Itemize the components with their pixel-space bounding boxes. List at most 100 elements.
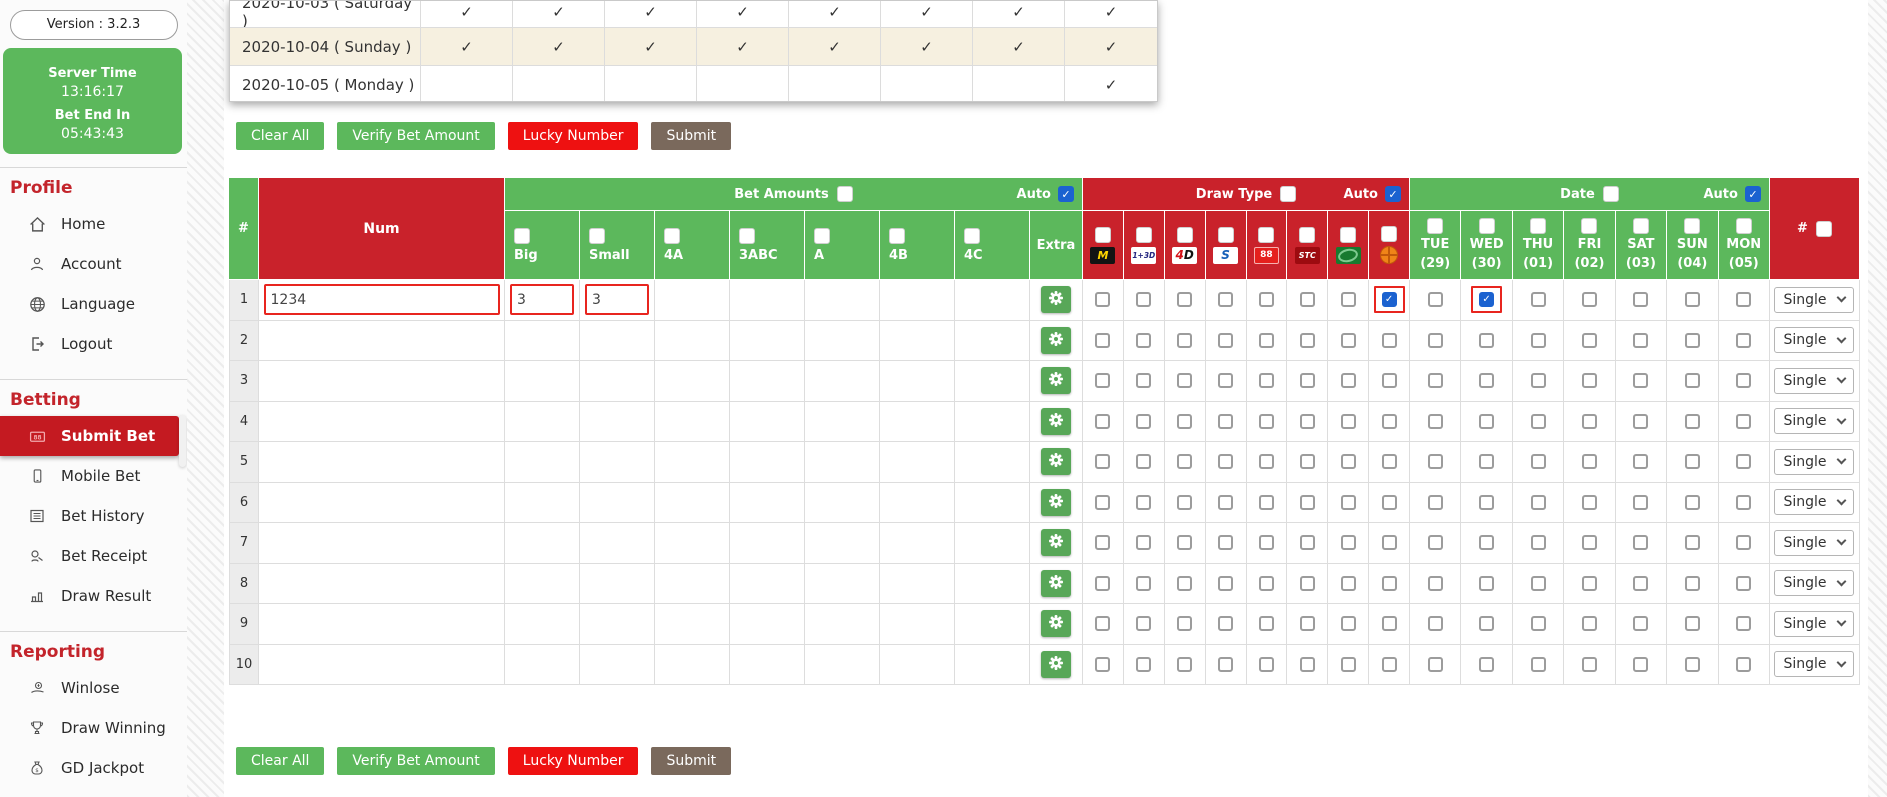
draw-type-checkbox-damacai-1plus3d[interactable]: [1136, 616, 1151, 631]
amount-input-3abc[interactable]: [735, 287, 799, 313]
amount-input-big[interactable]: [510, 530, 574, 556]
draw-type-checkbox-cashsweep[interactable]: [1341, 535, 1356, 550]
draw-type-checkbox-gd-lotto[interactable]: ✓: [1382, 292, 1397, 307]
draw-type-checkbox-damacai-1plus3d[interactable]: [1136, 292, 1151, 307]
date-checkbox-mon[interactable]: [1736, 292, 1751, 307]
amount-input-4a[interactable]: [660, 570, 724, 596]
date-checkbox-thu[interactable]: [1531, 616, 1546, 631]
date-checkbox-fri[interactable]: [1582, 576, 1597, 591]
date-checkbox-thu[interactable]: [1531, 535, 1546, 550]
amount-input-4a[interactable]: [660, 287, 724, 313]
draw-type-checkbox-sandakan-88[interactable]: [1259, 414, 1274, 429]
date-checkbox-tue[interactable]: [1428, 495, 1443, 510]
amount-input-small[interactable]: [585, 327, 649, 353]
date-checkbox-mon[interactable]: [1736, 495, 1751, 510]
num-input[interactable]: [264, 449, 500, 475]
draw-type-checkbox-sandakan-88[interactable]: [1259, 576, 1274, 591]
draw-type-checkbox-gd-lotto[interactable]: [1382, 576, 1397, 591]
draw-type-checkbox-stc[interactable]: [1300, 414, 1315, 429]
date-checkbox-wed[interactable]: [1479, 657, 1494, 672]
amount-input-small[interactable]: [585, 408, 649, 434]
amount-input-4c[interactable]: [960, 408, 1024, 434]
date-checkbox-tue[interactable]: [1428, 292, 1443, 307]
date-checkbox-thu[interactable]: [1531, 292, 1546, 307]
draw-type-checkbox-cashsweep[interactable]: [1341, 292, 1356, 307]
draw-type-checkbox-cashsweep[interactable]: [1341, 414, 1356, 429]
date-checkbox-mon[interactable]: [1736, 414, 1751, 429]
amount-input-3abc[interactable]: [735, 327, 799, 353]
col-checkbox-toto-4d[interactable]: [1177, 227, 1193, 243]
date-checkbox-fri[interactable]: [1582, 333, 1597, 348]
draw-type-checkbox-gd-lotto[interactable]: [1382, 373, 1397, 388]
clear-all-button[interactable]: Clear All: [236, 122, 324, 150]
date-checkbox-fri[interactable]: [1582, 616, 1597, 631]
draw-type-checkbox-damacai-1plus3d[interactable]: [1136, 373, 1151, 388]
draw-type-checkbox-cashsweep[interactable]: [1341, 576, 1356, 591]
submit-button[interactable]: Submit: [651, 747, 731, 775]
draw-type-checkbox-magnum[interactable]: [1095, 495, 1110, 510]
amount-input-4c[interactable]: [960, 570, 1024, 596]
draw-type-checkbox-stc[interactable]: [1300, 454, 1315, 469]
col-checkbox-mon[interactable]: [1736, 218, 1752, 234]
date-checkbox-thu[interactable]: [1531, 373, 1546, 388]
date-checkbox-tue[interactable]: [1428, 535, 1443, 550]
date-checkbox-tue[interactable]: [1428, 333, 1443, 348]
bet-amounts-select-all-checkbox[interactable]: [837, 186, 853, 202]
draw-type-checkbox-stc[interactable]: [1300, 535, 1315, 550]
verify-bet-amount-button[interactable]: Verify Bet Amount: [337, 747, 494, 775]
amount-input-3abc[interactable]: [735, 368, 799, 394]
date-checkbox-sat[interactable]: [1633, 292, 1648, 307]
draw-type-checkbox-sandakan-88[interactable]: [1259, 495, 1274, 510]
draw-type-checkbox-toto-4d[interactable]: [1177, 657, 1192, 672]
draw-type-checkbox-sandakan-88[interactable]: [1259, 535, 1274, 550]
draw-type-checkbox-damacai-1plus3d[interactable]: [1136, 414, 1151, 429]
amount-input-a[interactable]: [810, 570, 874, 596]
date-checkbox-mon[interactable]: [1736, 616, 1751, 631]
bet-amounts-auto-checkbox[interactable]: ✓: [1058, 186, 1074, 202]
draw-type-checkbox-gd-lotto[interactable]: [1382, 414, 1397, 429]
draw-type-checkbox-sandakan-88[interactable]: [1259, 616, 1274, 631]
date-checkbox-mon[interactable]: [1736, 576, 1751, 591]
bet-type-select[interactable]: Single: [1774, 408, 1854, 434]
col-checkbox-a[interactable]: [814, 228, 830, 244]
amount-input-a[interactable]: [810, 611, 874, 637]
extra-settings-button[interactable]: [1041, 367, 1071, 394]
sidebar-item-draw-result[interactable]: Draw Result: [0, 576, 187, 616]
amount-input-4b[interactable]: [885, 651, 949, 677]
amount-input-small[interactable]: [585, 570, 649, 596]
date-checkbox-wed[interactable]: ✓: [1479, 292, 1494, 307]
draw-type-checkbox-cashsweep[interactable]: [1341, 616, 1356, 631]
date-checkbox-thu[interactable]: [1531, 333, 1546, 348]
draw-type-checkbox-magnum[interactable]: [1095, 292, 1110, 307]
amount-input-small[interactable]: [585, 651, 649, 677]
num-input[interactable]: [264, 284, 500, 315]
date-auto-checkbox[interactable]: ✓: [1745, 186, 1761, 202]
col-checkbox-thu[interactable]: [1530, 218, 1546, 234]
sidebar-item-bet-receipt[interactable]: Bet Receipt: [0, 536, 187, 576]
draw-type-checkbox-cashsweep[interactable]: [1341, 373, 1356, 388]
date-checkbox-thu[interactable]: [1531, 657, 1546, 672]
date-checkbox-sat[interactable]: [1633, 576, 1648, 591]
bet-type-select[interactable]: Single: [1774, 368, 1854, 394]
sidebar-item-language[interactable]: Language: [0, 284, 187, 324]
draw-type-checkbox-toto-4d[interactable]: [1177, 414, 1192, 429]
date-checkbox-wed[interactable]: [1479, 616, 1494, 631]
num-input[interactable]: [264, 408, 500, 434]
amount-input-4c[interactable]: [960, 489, 1024, 515]
date-checkbox-fri[interactable]: [1582, 657, 1597, 672]
amount-input-big[interactable]: [510, 284, 574, 315]
date-checkbox-sun[interactable]: [1685, 292, 1700, 307]
draw-type-checkbox-toto-4d[interactable]: [1177, 616, 1192, 631]
extra-settings-button[interactable]: [1041, 489, 1071, 516]
draw-type-checkbox-singapore-pools[interactable]: [1218, 373, 1233, 388]
draw-type-checkbox-toto-4d[interactable]: [1177, 292, 1192, 307]
amount-input-small[interactable]: [585, 530, 649, 556]
amount-input-4b[interactable]: [885, 530, 949, 556]
col-checkbox-4a[interactable]: [664, 228, 680, 244]
date-checkbox-tue[interactable]: [1428, 373, 1443, 388]
sidebar-item-gd-jackpot[interactable]: $GD Jackpot: [0, 748, 187, 788]
date-checkbox-mon[interactable]: [1736, 454, 1751, 469]
sidebar-item-logout[interactable]: Logout: [0, 324, 187, 364]
draw-type-checkbox-toto-4d[interactable]: [1177, 535, 1192, 550]
amount-input-4a[interactable]: [660, 449, 724, 475]
